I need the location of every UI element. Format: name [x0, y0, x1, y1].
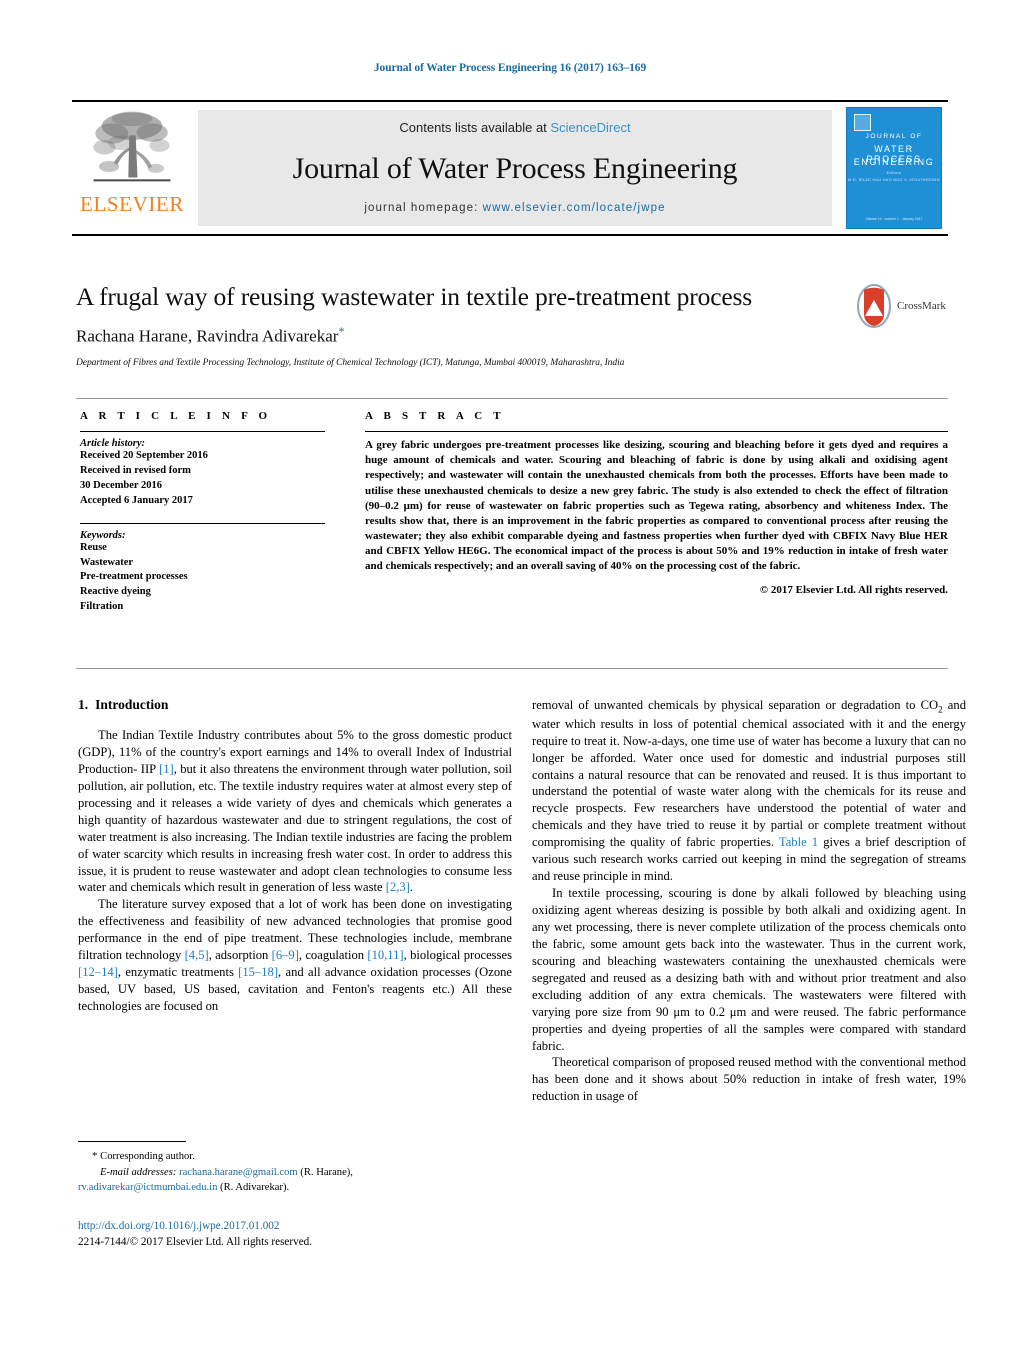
elsevier-tree-icon — [93, 111, 171, 182]
citation-link[interactable]: [15–18] — [238, 965, 278, 979]
email-addresses-label: E-mail addresses: — [100, 1166, 177, 1178]
keyword-item: Reuse — [80, 541, 107, 553]
keyword-item: Reactive dyeing — [80, 586, 151, 598]
footnote-star: * — [92, 1150, 98, 1162]
sciencedirect-link[interactable]: ScienceDirect — [550, 120, 630, 135]
journal-homepage-line: journal homepage: www.elsevier.com/locat… — [364, 202, 665, 214]
cover-volume-line: Volume 16 · number 1 · January 2017 — [865, 217, 923, 221]
corresponding-author-text: Corresponding author. — [100, 1151, 195, 1162]
affiliation: Department of Fibres and Textile Process… — [76, 357, 625, 368]
footnote-rule — [78, 1141, 186, 1142]
abstract-column: A B S T R A C T A grey fabric undergoes … — [365, 410, 948, 596]
info-section-bottom-rule — [76, 668, 948, 669]
table-link[interactable]: Table 1 — [779, 835, 818, 849]
masthead-center: Contents lists available at ScienceDirec… — [198, 110, 832, 226]
homepage-url-link[interactable]: www.elsevier.com/locate/jwpe — [483, 202, 666, 214]
elsevier-wordmark: ELSEVIER — [80, 192, 184, 216]
section-number: 1. — [78, 697, 89, 712]
citation-link[interactable]: [10,11] — [367, 948, 403, 962]
keywords-label: Keywords: — [80, 529, 126, 541]
citation-link[interactable]: [1] — [159, 762, 174, 776]
article-history-item: 30 December 2016 — [80, 479, 163, 491]
article-history-item: Accepted 6 January 2017 — [80, 494, 193, 506]
article-history-item: Received 20 September 2016 — [80, 450, 208, 461]
keyword-item: Filtration — [80, 601, 124, 613]
title-block: A frugal way of reusing wastewater in te… — [76, 282, 948, 368]
paragraph: removal of unwanted chemicals by physica… — [532, 698, 967, 884]
paper-page: Journal of Water Process Engineering 16 … — [0, 0, 1020, 1351]
cover-emblem-icon — [854, 114, 871, 131]
email-link-2[interactable]: rv.adivarekar@ictmumbai.edu.in — [78, 1182, 217, 1193]
cover-line1: JOURNAL OF — [865, 133, 923, 140]
crossmark-label: CrossMark — [897, 300, 946, 312]
author-names: Rachana Harane, Ravindra Adivarekar — [76, 326, 339, 346]
corresponding-author-marker: * — [338, 324, 345, 339]
abstract-text: A grey fabric undergoes pre-treatment pr… — [365, 439, 948, 573]
journal-cover-thumbnail: JOURNAL OF WATER PROCESS ENGINEERING Edi… — [846, 107, 942, 229]
abstract-copyright: © 2017 Elsevier Ltd. All rights reserved… — [759, 583, 948, 596]
article-info-heading: A R T I C L E I N F O — [80, 410, 272, 422]
keywords-block: Keywords: Reuse Wastewater Pre-treatment… — [80, 522, 325, 616]
body-column-right: removal of unwanted chemicals by physica… — [532, 697, 966, 1105]
keyword-item: Pre-treatment processes — [80, 571, 188, 583]
email-owner-1: (R. Harane), — [300, 1166, 353, 1178]
abstract-rule — [365, 431, 948, 432]
cover-line3: ENGINEERING — [853, 157, 935, 167]
journal-masthead: ELSEVIER Contents lists available at Sci… — [72, 100, 948, 236]
author-list: Rachana Harane, Ravindra Adivarekar* — [76, 324, 948, 347]
paragraph: In textile processing, scouring is done … — [532, 886, 966, 1053]
paragraph: The literature survey exposed that a lot… — [78, 897, 512, 1013]
email-addresses-line-2: rv.adivarekar@ictmumbai.edu.in (R. Adiva… — [78, 1180, 512, 1195]
keyword-item: Wastewater — [80, 556, 134, 568]
elsevier-logo-block: ELSEVIER — [72, 102, 192, 234]
paragraph: Theoretical comparison of proposed reuse… — [532, 1055, 966, 1104]
citation-link[interactable]: [12–14] — [78, 965, 118, 979]
crossmark-icon — [857, 284, 891, 328]
article-history-label: Article history: — [80, 438, 146, 449]
citation-link[interactable]: [6–9] — [272, 948, 299, 962]
section-title: Introduction — [95, 697, 169, 712]
journal-title: Journal of Water Process Engineering — [292, 151, 738, 185]
corresponding-author-note: * Corresponding author. — [78, 1149, 512, 1165]
footnote-block: * Corresponding author. E-mail addresses… — [78, 1141, 512, 1195]
page-title: A frugal way of reusing wastewater in te… — [76, 282, 753, 311]
contents-available-line: Contents lists available at ScienceDirec… — [399, 120, 630, 135]
doi-link[interactable]: http://dx.doi.org/10.1016/j.jwpe.2017.01… — [78, 1218, 512, 1234]
paragraph: The Indian Textile Industry contributes … — [78, 728, 512, 895]
issn-copyright-line: 2214-7144/© 2017 Elsevier Ltd. All right… — [78, 1236, 313, 1249]
email-link-1[interactable]: rachana.harane@gmail.com — [179, 1167, 298, 1178]
article-info-rule — [80, 431, 325, 432]
email-addresses-line: E-mail addresses: rachana.harane@gmail.c… — [78, 1165, 512, 1180]
abstract-heading: A B S T R A C T — [365, 410, 505, 422]
homepage-prefix: journal homepage: — [364, 202, 483, 214]
article-history-item: Received in revised form — [80, 464, 191, 476]
footer-doi-block: http://dx.doi.org/10.1016/j.jwpe.2017.01… — [78, 1218, 512, 1250]
citation-link[interactable]: [2,3] — [386, 880, 410, 894]
running-head: Journal of Water Process Engineering 16 … — [373, 62, 647, 74]
email-owner-2: (R. Adivarekar). — [220, 1181, 290, 1193]
section-heading-introduction: 1. Introduction — [78, 697, 512, 713]
journal-cover-block: JOURNAL OF WATER PROCESS ENGINEERING Edi… — [840, 102, 948, 234]
info-section-top-rule — [76, 398, 948, 399]
cover-editors-names: M.R. BILAD HUU HAO NGO V. JEGATHEESAN — [848, 178, 940, 182]
crossmark-badge[interactable]: CrossMark — [856, 282, 948, 330]
keywords-rule — [80, 522, 325, 524]
contents-prefix: Contents lists available at — [399, 120, 551, 135]
body-column-left: 1. Introduction The Indian Textile Indust… — [78, 697, 512, 1015]
cover-editors-label: Editors — [886, 171, 902, 175]
article-info-column: A R T I C L E I N F O Article history: R… — [80, 410, 325, 615]
citation-link[interactable]: [4,5] — [185, 948, 209, 962]
